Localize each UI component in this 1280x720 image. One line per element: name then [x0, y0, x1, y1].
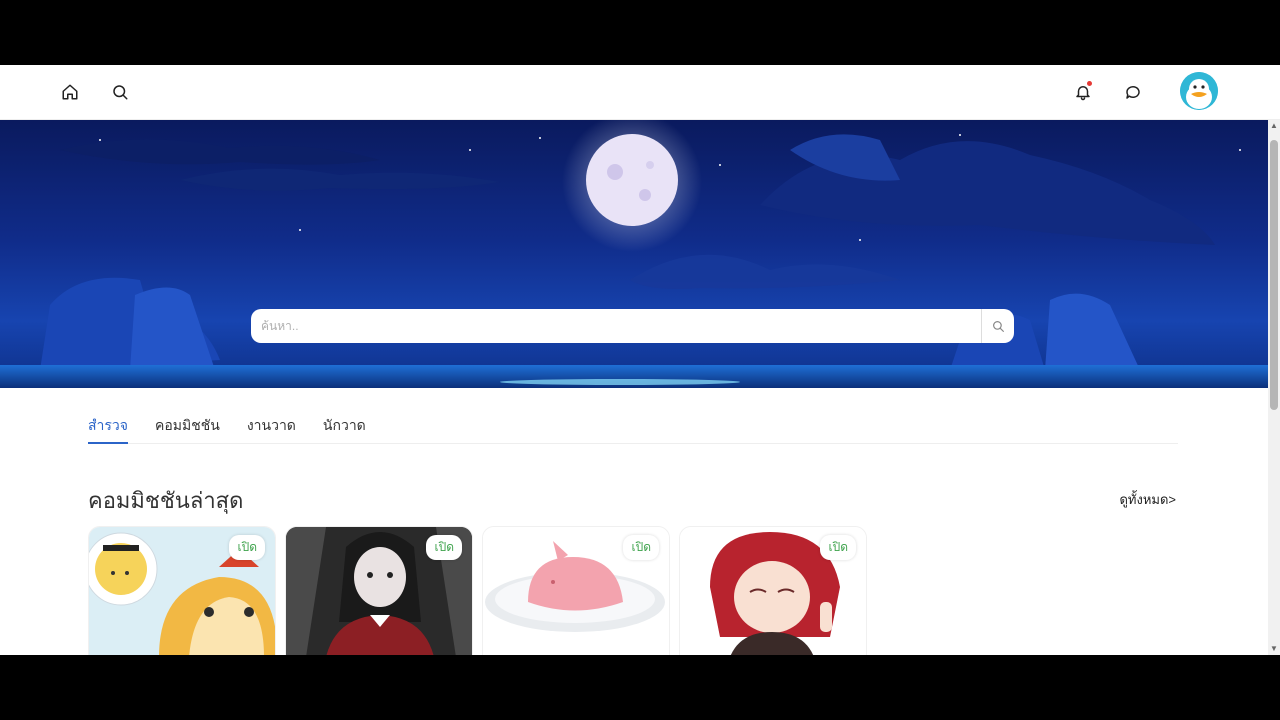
- notification-dot: [1087, 81, 1092, 86]
- content-tabs: สำรวจ คอมมิชชัน งานวาด นักวาด: [88, 407, 1178, 444]
- status-badge: เปิด: [426, 535, 462, 560]
- hero-search-bar: [251, 309, 1014, 343]
- tab-artworks[interactable]: งานวาด: [247, 407, 296, 444]
- search-icon: [992, 320, 1004, 332]
- search-submit-button[interactable]: [981, 309, 1014, 343]
- see-all-link[interactable]: ดูทั้งหมด>: [1119, 489, 1176, 510]
- status-badge: เปิด: [820, 535, 856, 560]
- user-avatar[interactable]: [1180, 72, 1218, 110]
- bell-icon[interactable]: [1072, 81, 1094, 103]
- commission-card[interactable]: เปิด: [88, 526, 276, 655]
- section-title: คอมมิชชันล่าสุด: [88, 488, 244, 513]
- commission-card[interactable]: เปิด: [482, 526, 670, 655]
- chat-icon[interactable]: [1122, 81, 1144, 103]
- scroll-up-arrow-icon[interactable]: ▲: [1270, 122, 1278, 130]
- search-input[interactable]: [251, 309, 981, 343]
- status-badge: เปิด: [229, 535, 265, 560]
- top-navbar: [0, 65, 1280, 120]
- tab-explore[interactable]: สำรวจ: [88, 407, 128, 444]
- scroll-thumb[interactable]: [1270, 140, 1278, 410]
- tab-artists[interactable]: นักวาด: [323, 407, 366, 444]
- search-icon[interactable]: [109, 81, 131, 103]
- commission-card[interactable]: เปิด: [285, 526, 473, 655]
- hero-banner: [0, 120, 1268, 388]
- vertical-scrollbar[interactable]: ▲ ▼: [1268, 120, 1280, 655]
- scroll-down-arrow-icon[interactable]: ▼: [1270, 645, 1278, 653]
- commission-card[interactable]: เปิด: [679, 526, 867, 655]
- status-badge: เปิด: [623, 535, 659, 560]
- commission-card-list: เปิด เปิด เปิด เปิด: [88, 526, 867, 655]
- app-viewport: สำรวจ คอมมิชชัน งานวาด นักวาด คอมมิชชันล…: [0, 65, 1280, 655]
- home-icon[interactable]: [59, 81, 81, 103]
- night-sky-illustration: [0, 120, 1268, 388]
- tab-commissions[interactable]: คอมมิชชัน: [155, 407, 220, 444]
